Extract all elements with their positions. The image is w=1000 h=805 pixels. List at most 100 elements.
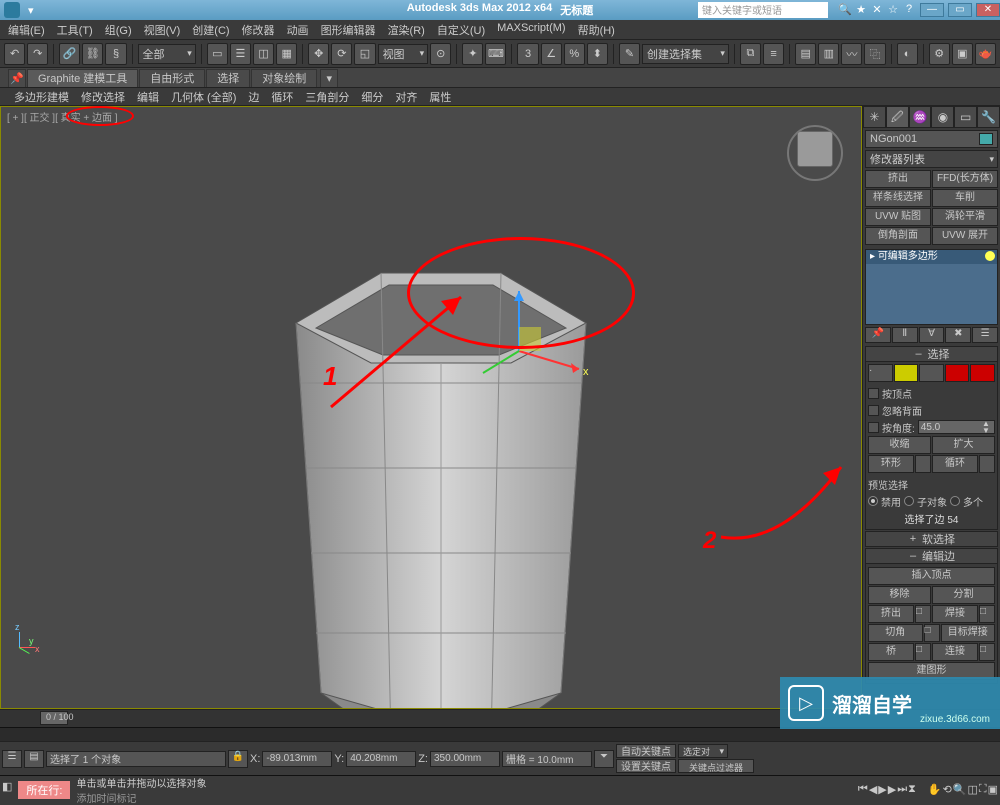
menu-edit[interactable]: 编辑(E) xyxy=(2,20,51,39)
select-scale-button[interactable]: ◱ xyxy=(354,43,375,65)
max-toggle-button[interactable]: ▣ xyxy=(988,783,998,796)
ribbon-sub-edit[interactable]: 编辑 xyxy=(131,88,165,105)
radio-off[interactable] xyxy=(868,496,878,506)
subobj-vertex[interactable]: · xyxy=(868,364,893,382)
ribbon-tab-paint[interactable]: 对象绘制 xyxy=(251,69,317,87)
btn-connect-opt[interactable]: □ xyxy=(979,643,995,661)
ribbon-sub-align[interactable]: 对齐 xyxy=(389,88,423,105)
script-toggle-icon[interactable]: ◧ xyxy=(2,780,12,800)
next-frame-button[interactable]: ▶ xyxy=(888,783,896,796)
ref-coord-dropdown[interactable]: 视图 xyxy=(378,44,429,64)
maxscript-mini-button[interactable]: ☰ xyxy=(2,750,22,768)
ribbon-tab-freeform[interactable]: 自由形式 xyxy=(139,69,205,87)
ribbon-sub-geom[interactable]: 几何体 (全部) xyxy=(165,88,242,105)
btn-weld[interactable]: 焊接 xyxy=(932,605,978,623)
window-crossing-button[interactable]: ▦ xyxy=(276,43,297,65)
spinner-angle[interactable]: 45.0▲▼ xyxy=(918,420,995,434)
named-selection-dropdown[interactable]: 创建选择集 xyxy=(642,44,729,64)
help-icon[interactable]: ? xyxy=(902,3,916,17)
radio-subobj[interactable] xyxy=(904,496,914,506)
align-button[interactable]: ≡ xyxy=(763,43,784,65)
app-menu-arrow[interactable]: ▾ xyxy=(28,4,34,17)
btn-targetweld[interactable]: 目标焊接 xyxy=(941,624,996,642)
rendered-frame-button[interactable]: ▣ xyxy=(952,43,973,65)
tab-utilities[interactable]: 🔧 xyxy=(977,106,1000,128)
ribbon-tab-modeling[interactable]: Graphite 建模工具 xyxy=(27,69,138,87)
coord-y[interactable]: 40.208mm xyxy=(346,751,416,767)
tab-modify[interactable]: 🖉 xyxy=(886,106,909,128)
radio-multi[interactable] xyxy=(950,496,960,506)
menu-tools[interactable]: 工具(T) xyxy=(51,20,99,39)
btn-chamfer-opt[interactable]: □ xyxy=(924,624,940,642)
mod-btn-spline[interactable]: 样条线选择 xyxy=(865,189,931,207)
minimize-button[interactable]: — xyxy=(920,3,944,17)
cb-ignoreback[interactable] xyxy=(868,405,879,416)
render-production-button[interactable]: 🫖 xyxy=(975,43,996,65)
coord-x[interactable]: -89.013mm xyxy=(262,751,332,767)
zoom-all-button[interactable]: ⛶ xyxy=(979,783,987,796)
schematic-view-button[interactable]: ⿻ xyxy=(864,43,885,65)
btn-bridge[interactable]: 桥 xyxy=(868,643,914,661)
btn-insert-vertex[interactable]: 插入顶点 xyxy=(868,567,995,585)
modifier-list-dropdown[interactable]: 修改器列表 xyxy=(865,150,998,168)
rollout-selection-header[interactable]: –选择 xyxy=(865,346,998,362)
ribbon-sub-tri[interactable]: 三角剖分 xyxy=(299,88,355,105)
manipulate-button[interactable]: ✦ xyxy=(462,43,483,65)
btn-split[interactable]: 分割 xyxy=(932,586,995,604)
favorite-icon[interactable]: ☆ xyxy=(886,3,900,17)
menu-customize[interactable]: 自定义(U) xyxy=(431,20,491,39)
arc-rotate-button[interactable]: ⟲ xyxy=(943,783,952,796)
angle-snap-button[interactable]: ∠ xyxy=(541,43,562,65)
keyboard-shortcut-button[interactable]: ⌨ xyxy=(485,43,506,65)
select-rotate-button[interactable]: ⟳ xyxy=(331,43,352,65)
mod-btn-bevelprofile[interactable]: 倒角剖面 xyxy=(865,227,931,245)
goto-start-button[interactable]: ⏮ xyxy=(858,783,868,796)
modifier-stack[interactable]: ▸ 可编辑多边形 xyxy=(865,249,998,325)
stack-item-editpoly[interactable]: ▸ 可编辑多边形 xyxy=(866,250,997,264)
btn-extrude[interactable]: 挤出 xyxy=(868,605,914,623)
time-config-button[interactable]: ⧗ xyxy=(908,783,916,796)
subobj-border[interactable] xyxy=(919,364,944,382)
subobj-edge[interactable] xyxy=(894,364,919,382)
mod-btn-uvwmap[interactable]: UVW 贴图 xyxy=(865,208,931,226)
close-button[interactable]: ✕ xyxy=(976,3,1000,17)
coord-z[interactable]: 350.00mm xyxy=(430,751,500,767)
btn-bridge-opt[interactable]: □ xyxy=(915,643,931,661)
mod-btn-extrude[interactable]: 挤出 xyxy=(865,170,931,188)
redo-button[interactable]: ↷ xyxy=(27,43,48,65)
mod-btn-ffd[interactable]: FFD(长方体) xyxy=(932,170,998,188)
tab-display[interactable]: ▭ xyxy=(954,106,977,128)
subobj-element[interactable] xyxy=(970,364,995,382)
exchange-icon[interactable]: ✕ xyxy=(870,3,884,17)
time-tag-button[interactable]: ⏷ xyxy=(594,750,614,768)
menu-animation[interactable]: 动画 xyxy=(281,20,315,39)
btn-shrink[interactable]: 收缩 xyxy=(868,436,931,454)
pan-view-button[interactable]: ✋ xyxy=(928,783,942,796)
app-icon[interactable] xyxy=(4,2,20,18)
ribbon-sub-loops[interactable]: 循环 xyxy=(265,88,299,105)
goto-end-button[interactable]: ⏭ xyxy=(897,783,907,796)
search-go-icon[interactable]: 🔍 xyxy=(838,3,852,17)
render-setup-button[interactable]: ⚙ xyxy=(929,43,950,65)
maximize-button[interactable]: ▭ xyxy=(948,3,972,17)
stack-bulb-icon[interactable] xyxy=(985,251,995,261)
stack-unique-button[interactable]: ∀ xyxy=(919,327,945,343)
ribbon-expand-icon[interactable]: ▾ xyxy=(320,69,338,87)
btn-weld-opt[interactable]: □ xyxy=(979,605,995,623)
ribbon-sub-edges[interactable]: 边 xyxy=(242,88,265,105)
mod-btn-lathe[interactable]: 车削 xyxy=(932,189,998,207)
viewport-label[interactable]: [ + ][ 正交 ][ 真实 + 边面 ] xyxy=(7,109,118,124)
ribbon-tab-selection[interactable]: 选择 xyxy=(206,69,250,87)
select-region-button[interactable]: ◫ xyxy=(253,43,274,65)
mod-btn-turbosmooth[interactable]: 涡轮平滑 xyxy=(932,208,998,226)
snap-toggle-button[interactable]: 3 xyxy=(517,43,538,65)
selection-filter-dropdown[interactable]: 全部 xyxy=(138,44,196,64)
material-editor-button[interactable]: ◐ xyxy=(897,43,918,65)
object-color-swatch[interactable] xyxy=(979,133,993,145)
curve-editor-button[interactable]: 〰 xyxy=(841,43,862,65)
select-object-button[interactable]: ▭ xyxy=(207,43,228,65)
btn-grow[interactable]: 扩大 xyxy=(932,436,995,454)
zoom-button[interactable]: 🔍 xyxy=(953,783,967,796)
select-by-name-button[interactable]: ☰ xyxy=(230,43,251,65)
use-center-button[interactable]: ⊙ xyxy=(430,43,451,65)
